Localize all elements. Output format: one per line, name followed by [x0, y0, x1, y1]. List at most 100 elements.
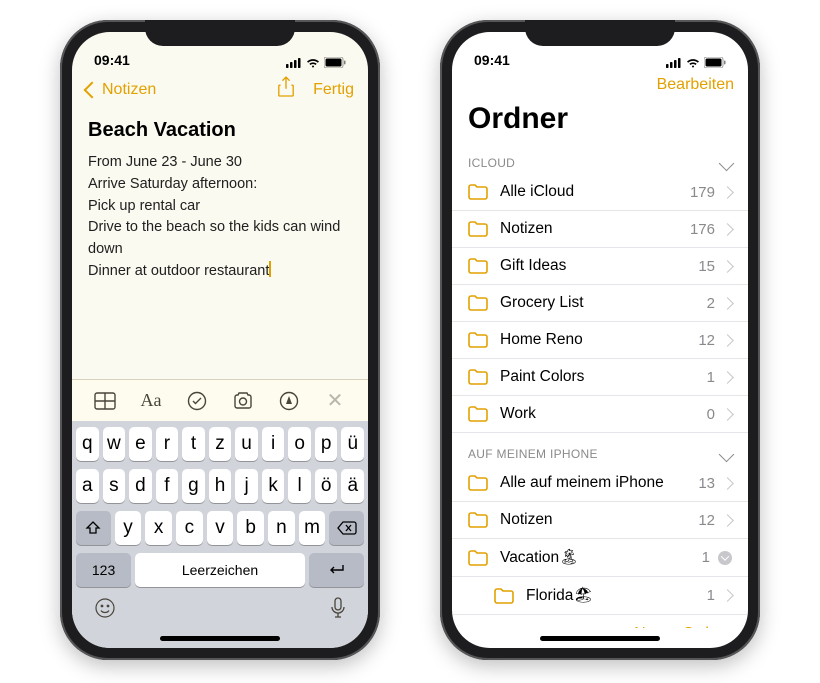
key-u[interactable]: u [235, 427, 258, 461]
share-button[interactable] [277, 76, 295, 103]
text-style-icon[interactable]: Aa [139, 390, 163, 411]
folder-count: 12 [698, 332, 715, 349]
folder-label: Grocery List [500, 294, 707, 312]
key-w[interactable]: w [103, 427, 126, 461]
folder-icon [468, 295, 488, 311]
keyboard-toolbar: Aa ✕ [72, 379, 368, 421]
chevron-right-icon [721, 371, 734, 384]
keyboard: q w e r t z u i o p ü a s d f g h j k [72, 421, 368, 628]
key-p[interactable]: p [315, 427, 338, 461]
key-o[interactable]: o [288, 427, 311, 461]
key-shift[interactable] [76, 511, 111, 545]
keyboard-row-1: q w e r t z u i o p ü [76, 427, 364, 461]
key-ue[interactable]: ü [341, 427, 364, 461]
folder-row[interactable]: Work 0 [452, 396, 748, 433]
folder-row[interactable]: Florida🏖 1 [452, 577, 748, 615]
section-label: ICLOUD [468, 156, 515, 170]
key-ae[interactable]: ä [341, 469, 364, 503]
dictation-button[interactable] [330, 597, 346, 624]
camera-icon[interactable] [231, 392, 255, 410]
home-indicator[interactable] [452, 628, 748, 648]
emoji-button[interactable] [94, 597, 116, 624]
keyboard-row-3: y x c v b n m [76, 511, 364, 545]
key-b[interactable]: b [237, 511, 264, 545]
key-delete[interactable] [329, 511, 364, 545]
markup-icon[interactable] [277, 391, 301, 411]
key-e[interactable]: e [129, 427, 152, 461]
note-line: Drive to the beach so the kids can wind … [88, 217, 352, 261]
key-r[interactable]: r [156, 427, 179, 461]
folder-icon [468, 512, 488, 528]
chevron-down-icon [719, 155, 735, 171]
home-indicator[interactable] [72, 628, 368, 648]
folder-label: Alle iCloud [500, 183, 690, 201]
key-y[interactable]: y [115, 511, 142, 545]
chevron-right-icon [721, 477, 734, 490]
key-v[interactable]: v [207, 511, 234, 545]
folder-row[interactable]: Alle iCloud 179 [452, 174, 748, 211]
key-s[interactable]: s [103, 469, 126, 503]
folder-icon [468, 550, 488, 566]
battery-icon [324, 57, 346, 68]
folder-row[interactable]: Gift Ideas 15 [452, 248, 748, 285]
folder-count: 179 [690, 184, 715, 201]
key-c[interactable]: c [176, 511, 203, 545]
note-line: Pick up rental car [88, 196, 352, 218]
key-t[interactable]: t [182, 427, 205, 461]
folder-row[interactable]: Grocery List 2 [452, 285, 748, 322]
key-z[interactable]: z [209, 427, 232, 461]
folder-label: Notizen [500, 220, 690, 238]
folder-row[interactable]: Home Reno 12 [452, 322, 748, 359]
section-header-local[interactable]: AUF MEINEM IPHONE [452, 433, 748, 465]
done-button[interactable]: Fertig [313, 81, 354, 99]
key-return[interactable] [309, 553, 364, 587]
key-numbers[interactable]: 123 [76, 553, 131, 587]
key-q[interactable]: q [76, 427, 99, 461]
key-m[interactable]: m [299, 511, 326, 545]
folder-icon [494, 588, 514, 604]
folder-row[interactable]: Notizen 176 [452, 211, 748, 248]
folder-icon [468, 258, 488, 274]
phone-folders: 09:41 Bearbeiten Ordner ICLOUD Alle iClo… [440, 20, 760, 660]
close-keyboard-icon[interactable]: ✕ [323, 388, 347, 413]
section-header-icloud[interactable]: ICLOUD [452, 142, 748, 174]
note-line: Dinner at outdoor restaurant [88, 261, 352, 283]
chevron-right-icon [721, 260, 734, 273]
key-x[interactable]: x [145, 511, 172, 545]
key-j[interactable]: j [235, 469, 258, 503]
key-d[interactable]: d [129, 469, 152, 503]
device-notch [145, 20, 295, 46]
text-cursor [269, 261, 271, 277]
key-h[interactable]: h [209, 469, 232, 503]
key-a[interactable]: a [76, 469, 99, 503]
key-g[interactable]: g [182, 469, 205, 503]
note-line: Arrive Saturday afternoon: [88, 174, 352, 196]
chevron-down-icon [719, 446, 735, 462]
back-button[interactable]: Notizen [86, 81, 156, 99]
key-i[interactable]: i [262, 427, 285, 461]
key-space[interactable]: Leerzeichen [135, 553, 305, 587]
note-content[interactable]: Beach Vacation From June 23 - June 30 Ar… [72, 107, 368, 379]
chevron-right-icon [721, 186, 734, 199]
chevron-right-icon [721, 514, 734, 527]
folder-icon [468, 184, 488, 200]
folder-row[interactable]: Vacation🏝 1 [452, 539, 748, 577]
key-oe[interactable]: ö [315, 469, 338, 503]
folder-row[interactable]: Paint Colors 1 [452, 359, 748, 396]
device-notch [525, 20, 675, 46]
folder-row[interactable]: Alle auf meinem iPhone 13 [452, 465, 748, 502]
keyboard-bottom-row [76, 595, 364, 624]
edit-button[interactable]: Bearbeiten [657, 76, 734, 94]
key-k[interactable]: k [262, 469, 285, 503]
table-icon[interactable] [93, 392, 117, 410]
checklist-icon[interactable] [185, 391, 209, 411]
keyboard-row-4: 123 Leerzeichen [76, 553, 364, 587]
folder-label: Paint Colors [500, 368, 707, 386]
folder-row[interactable]: Notizen 12 [452, 502, 748, 539]
folder-icon [468, 332, 488, 348]
collapse-icon[interactable] [718, 551, 732, 565]
key-l[interactable]: l [288, 469, 311, 503]
key-n[interactable]: n [268, 511, 295, 545]
status-icons [666, 57, 726, 68]
key-f[interactable]: f [156, 469, 179, 503]
